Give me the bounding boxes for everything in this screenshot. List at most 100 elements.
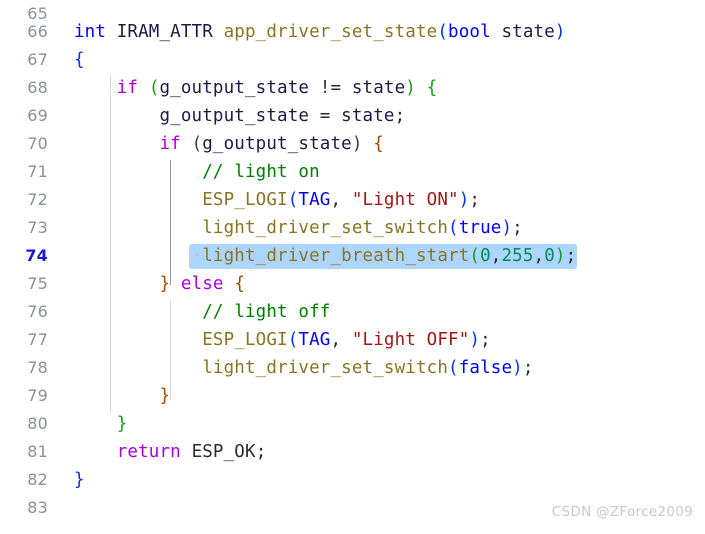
- code-editor[interactable]: 65 66 int IRAM_ATTR app_driver_set_state…: [0, 0, 705, 534]
- token-var-state: state: [351, 78, 406, 98]
- token-constant-esp-ok: ESP_OK: [191, 442, 256, 462]
- token-function-light-driver-set-switch: light_driver_set_switch: [202, 358, 449, 378]
- token-operator-assign: =: [309, 106, 342, 126]
- token-function-light-driver-set-switch: light_driver_set_switch: [202, 218, 449, 238]
- token-semicolon: ;: [522, 358, 534, 378]
- line-content: ESP_LOGI(TAG, "Light OFF");: [74, 326, 491, 354]
- token-operator-not-equal: !=: [309, 78, 352, 98]
- code-line[interactable]: 77 ESP_LOGI(TAG, "Light OFF");: [0, 326, 705, 354]
- token-string-literal: "Light ON": [351, 190, 459, 210]
- code-line[interactable]: 75 } else {: [0, 270, 705, 298]
- code-line[interactable]: 70 if (g_output_state) {: [0, 130, 705, 158]
- line-content: } else {: [74, 270, 245, 298]
- token-param-state: state: [501, 22, 555, 42]
- code-line[interactable]: 79 }: [0, 382, 705, 410]
- token-var-g-output-state: g_output_state: [159, 106, 310, 126]
- line-content: int IRAM_ATTR app_driver_set_state(bool …: [74, 18, 566, 46]
- line-content: {: [74, 46, 85, 74]
- token-lparen: (: [469, 246, 481, 266]
- code-line-active[interactable]: 74 ·light_driver_breath_start(0,255,0);: [0, 242, 705, 270]
- token-var-g-output-state: g_output_state: [202, 134, 352, 154]
- token-function-esp-logi: ESP_LOGI: [202, 190, 288, 210]
- token-rparen: ): [554, 22, 566, 42]
- code-line[interactable]: 71 // light on: [0, 158, 705, 186]
- line-number: 79: [27, 386, 48, 405]
- token-semicolon: ;: [565, 246, 577, 266]
- token-rparen: ): [501, 218, 513, 238]
- token-keyword-else: else: [180, 274, 224, 294]
- token-close-brace: }: [159, 386, 171, 406]
- token-close-brace: }: [116, 414, 128, 434]
- token-number-arg1: 0: [480, 246, 491, 266]
- code-lines[interactable]: 65 66 int IRAM_ATTR app_driver_set_state…: [0, 0, 705, 534]
- code-line[interactable]: 81 return ESP_OK;: [0, 438, 705, 466]
- token-rparen: ): [405, 78, 416, 98]
- token-keyword-if: if: [116, 78, 139, 98]
- token-arg-tag: TAG: [298, 190, 331, 210]
- line-number: 80: [27, 414, 48, 433]
- code-line[interactable]: 80 }: [0, 410, 705, 438]
- line-number-active: 74: [25, 246, 48, 265]
- token-rparen: ): [458, 190, 470, 210]
- selection-highlight[interactable]: ·light_driver_breath_start(0,255,0);: [188, 244, 578, 269]
- token-open-brace: {: [234, 274, 245, 294]
- token-open-brace: {: [373, 134, 384, 154]
- token-function-name: app_driver_set_state: [223, 22, 438, 42]
- token-lparen: (: [448, 358, 459, 378]
- line-content: // light off: [74, 298, 330, 326]
- line-number: 73: [27, 218, 48, 237]
- code-line[interactable]: 73 light_driver_set_switch(true);: [0, 214, 705, 242]
- token-var-state: state: [341, 106, 395, 126]
- code-line[interactable]: 66 int IRAM_ATTR app_driver_set_state(bo…: [0, 18, 705, 46]
- token-lparen: (: [437, 22, 449, 42]
- line-number: 83: [27, 498, 48, 517]
- token-function-esp-logi: ESP_LOGI: [202, 330, 288, 350]
- token-function-light-driver-breath-start: light_driver_breath_start: [202, 246, 470, 266]
- code-line[interactable]: 78 light_driver_set_switch(false);: [0, 354, 705, 382]
- token-var-g-output-state: g_output_state: [159, 78, 310, 98]
- code-line[interactable]: 67 {: [0, 46, 705, 74]
- line-number: 81: [27, 442, 48, 461]
- code-line[interactable]: 76 // light off: [0, 298, 705, 326]
- line-content: ESP_LOGI(TAG, "Light ON");: [74, 186, 480, 214]
- token-close-brace: }: [159, 274, 171, 294]
- code-line[interactable]: 69 g_output_state = state;: [0, 102, 705, 130]
- token-rparen: ): [512, 358, 523, 378]
- line-number: 69: [27, 106, 48, 125]
- token-type-bool: bool: [448, 22, 491, 42]
- line-number: 71: [27, 162, 48, 181]
- line-number: 78: [27, 358, 48, 377]
- token-keyword-if: if: [159, 134, 181, 154]
- token-rparen: ): [469, 330, 481, 350]
- line-content: return ESP_OK;: [74, 438, 266, 466]
- code-line[interactable]: 82 }: [0, 466, 705, 494]
- line-number: 68: [27, 78, 48, 97]
- code-line[interactable]: 68 if (g_output_state != state) {: [0, 74, 705, 102]
- token-lparen: (: [287, 330, 299, 350]
- token-comma: ,: [490, 246, 502, 266]
- line-number: 82: [27, 470, 48, 489]
- token-number-arg3: 0: [544, 246, 555, 266]
- code-line[interactable]: 72 ESP_LOGI(TAG, "Light ON");: [0, 186, 705, 214]
- line-content: ·light_driver_breath_start(0,255,0);: [74, 242, 578, 270]
- token-comma: ,: [330, 330, 352, 350]
- token-comma: ,: [330, 190, 352, 210]
- token-literal-true: true: [458, 218, 502, 238]
